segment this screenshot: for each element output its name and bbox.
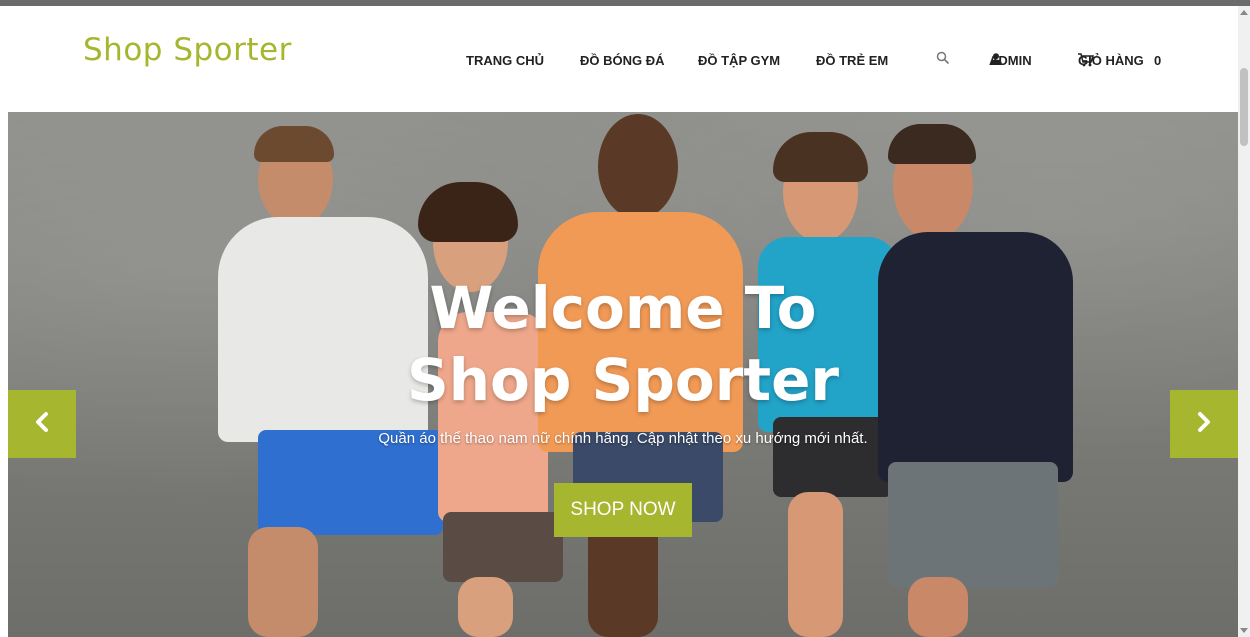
nav-home[interactable]: TRANG CHỦ — [466, 53, 544, 68]
nav-football[interactable]: ĐỒ BÓNG ĐÁ — [580, 53, 665, 68]
hero-title-line1: Welcome To — [429, 274, 817, 342]
site-header: Shop Sporter TRANG CHỦ ĐỒ BÓNG ĐÁ ĐỒ TẬP… — [8, 6, 1238, 112]
slider-next-button[interactable] — [1170, 390, 1238, 458]
page-scrollbar[interactable] — [1238, 6, 1250, 637]
hero-title-line2: Shop Sporter — [406, 346, 840, 414]
main-nav: TRANG CHỦ ĐỒ BÓNG ĐÁ ĐỒ TẬP GYM ĐỒ TRẺ E… — [8, 51, 1238, 75]
scrollbar-thumb[interactable] — [1240, 68, 1248, 146]
scroll-down-icon[interactable] — [1238, 625, 1250, 637]
nav-cart-label: GIỎ HÀNG — [1078, 53, 1144, 68]
nav-kids[interactable]: ĐỒ TRẺ EM — [816, 53, 888, 68]
cart-count-badge: 0 — [1154, 53, 1162, 68]
scroll-up-icon[interactable] — [1238, 6, 1250, 18]
shop-now-button[interactable]: SHOP NOW — [554, 483, 692, 537]
chevron-right-icon — [1194, 411, 1214, 438]
nav-gym[interactable]: ĐỒ TẬP GYM — [698, 53, 780, 68]
chevron-left-icon — [32, 411, 52, 438]
hero-slider: Welcome To Shop Sporter Quần áo thể thao… — [8, 112, 1238, 637]
search-icon[interactable] — [936, 51, 950, 68]
nav-admin-label: ADMIN — [989, 53, 1032, 68]
hero-subtitle: Quần áo thể thao nam nữ chính hãng. Cập … — [378, 430, 868, 447]
slider-prev-button[interactable] — [8, 390, 76, 458]
